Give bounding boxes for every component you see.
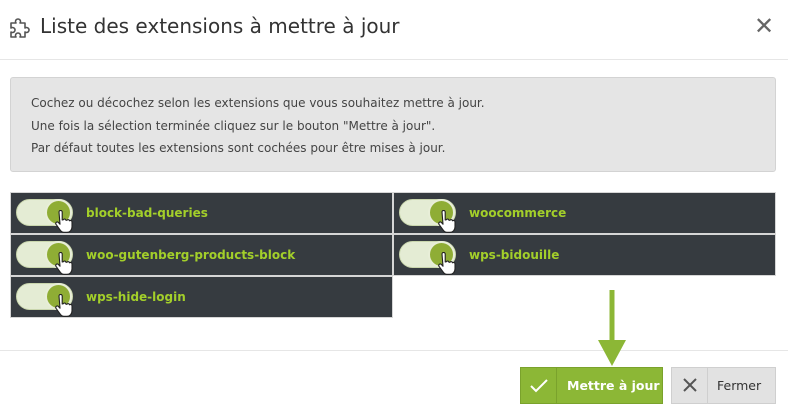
modal-title: Liste des extensions à mettre à jour — [40, 14, 400, 38]
extension-item[interactable]: woo-gutenberg-products-block — [10, 234, 393, 276]
extension-list: block-bad-queries woocommerce woo-gutenb… — [10, 192, 776, 318]
modal-footer — [0, 350, 788, 416]
modal-header: Liste des extensions à mettre à jour ✕ — [0, 0, 788, 60]
hand-pointer-icon — [438, 210, 456, 233]
extension-toggle[interactable] — [16, 199, 73, 233]
info-line: Par défaut toutes les extensions sont co… — [31, 141, 446, 155]
extension-item[interactable]: wps-bidouille — [393, 234, 776, 276]
close-button-label: Fermer — [717, 378, 762, 393]
puzzle-icon — [10, 18, 30, 38]
extension-item[interactable]: woocommerce — [393, 192, 776, 234]
extension-toggle[interactable] — [399, 241, 456, 275]
down-arrow-icon — [598, 290, 626, 366]
extension-item[interactable]: wps-hide-login — [10, 276, 393, 318]
extension-label: wps-bidouille — [469, 248, 560, 262]
hand-pointer-icon — [55, 210, 73, 233]
extension-label: block-bad-queries — [86, 206, 208, 220]
hand-pointer-icon — [55, 252, 73, 275]
extension-label: woocommerce — [469, 206, 567, 220]
update-icon-box — [521, 368, 557, 403]
hand-pointer-icon — [55, 294, 73, 317]
extension-toggle[interactable] — [16, 241, 73, 275]
extension-label: wps-hide-login — [86, 290, 186, 304]
extension-label: woo-gutenberg-products-block — [86, 248, 296, 262]
info-line: Cochez ou décochez selon les extensions … — [31, 96, 485, 110]
check-icon — [530, 379, 548, 393]
extension-item[interactable]: block-bad-queries — [10, 192, 393, 234]
hand-pointer-icon — [438, 252, 456, 275]
extension-toggle[interactable] — [16, 283, 73, 317]
close-icon-box — [672, 368, 708, 403]
close-icon[interactable]: ✕ — [752, 13, 776, 39]
x-icon — [683, 378, 697, 392]
info-line: Une fois la sélection terminée cliquez s… — [31, 118, 436, 133]
update-button-label: Mettre à jour — [567, 378, 660, 393]
close-button[interactable]: Fermer — [671, 367, 776, 404]
update-button[interactable]: Mettre à jour — [520, 367, 663, 404]
extension-toggle[interactable] — [399, 199, 456, 233]
info-box: Cochez ou décochez selon les extensions … — [10, 77, 776, 172]
